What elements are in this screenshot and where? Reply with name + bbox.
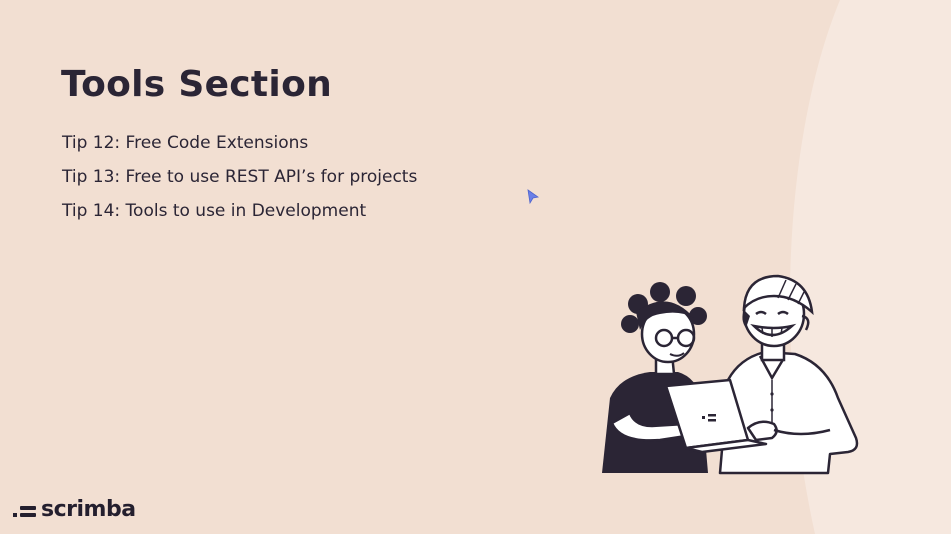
scrimba-logo-text: scrimba: [41, 497, 136, 522]
tip-item: Tip 12: Free Code Extensions: [62, 133, 309, 153]
tip-item: Tip 13: Free to use REST API’s for proje…: [62, 167, 418, 187]
two-people-with-laptop-illustration: [602, 274, 859, 475]
mouse-cursor-icon: [527, 189, 539, 205]
tip-item: Tip 14: Tools to use in Development: [62, 201, 367, 221]
scrimba-logo[interactable]: scrimba: [13, 497, 136, 522]
slide-title: Tools Section: [61, 64, 333, 105]
tips-list: Tip 12: Free Code Extensions Tip 13: Fre…: [62, 126, 417, 228]
scrimba-logo-icon: [13, 505, 36, 517]
